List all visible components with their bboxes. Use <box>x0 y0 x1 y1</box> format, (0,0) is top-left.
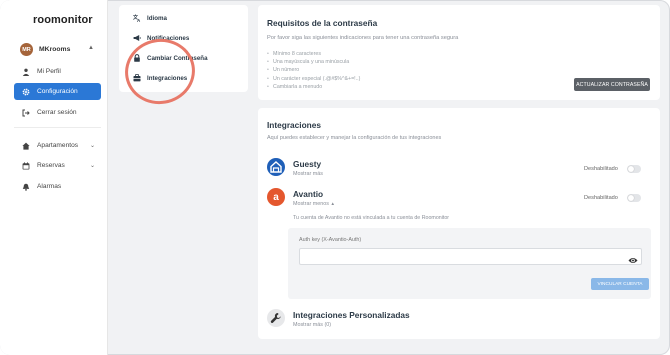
wrench-icon <box>267 309 285 327</box>
sidebar-item-apartamentos[interactable]: Apartamentos <box>14 137 101 154</box>
sidebar-item-reservas[interactable]: Reservas <box>14 157 101 174</box>
sidebar-item-logout[interactable]: Cerrar sesión <box>14 104 101 121</box>
update-password-button[interactable]: ACTUALIZAR CONTRASEÑA <box>574 78 650 91</box>
subnav-item-idioma[interactable]: 文A Idioma <box>133 14 167 22</box>
list-item: Cambiarla a menudo <box>267 83 360 91</box>
avantio-name: Avantio <box>293 189 324 199</box>
chevron-up-icon: ▲ <box>330 201 335 206</box>
sidebar-item-label: Cerrar sesión <box>37 109 77 116</box>
chevron-down-icon[interactable]: ⌄ <box>90 162 95 169</box>
guesty-toggle[interactable] <box>627 165 641 173</box>
brand-logo: roomonitor <box>33 14 93 26</box>
auth-key-input[interactable] <box>299 248 642 265</box>
custom-integrations-name: Integraciones Personalizadas <box>293 310 410 320</box>
avantio-show-less-label: Mostrar menos <box>293 201 329 207</box>
password-requirements-subtitle: Por favor siga las siguientes indicacion… <box>267 35 459 41</box>
chevron-down-icon[interactable]: ⌄ <box>90 142 95 149</box>
bell-icon <box>22 183 30 191</box>
avantio-auth-panel: Auth key (X-Avantio-Auth) VINCULAR CUENT… <box>288 228 651 299</box>
user-menu[interactable]: MR MKrooms <box>20 43 70 56</box>
guesty-status: Deshabilitado <box>584 166 618 172</box>
calendar-icon <box>22 161 30 170</box>
sidebar-item-label: Reservas <box>37 162 65 169</box>
eye-icon[interactable] <box>628 252 638 263</box>
guesty-logo <box>267 158 285 176</box>
avatar: MR <box>20 43 33 56</box>
avantio-toggle[interactable] <box>627 194 641 202</box>
guesty-name: Guesty <box>293 159 322 169</box>
gear-icon <box>22 88 30 96</box>
integrations-title: Integraciones <box>267 120 321 130</box>
password-requirements-card: Requisitos de la contraseña Por favor si… <box>258 5 660 100</box>
logout-icon <box>22 109 30 117</box>
integrations-card: Integraciones Aquí puedes establecer y m… <box>258 108 660 339</box>
app-window: roomonitor MR MKrooms ▲ Mi Perfil Config… <box>0 0 670 355</box>
svg-text:A: A <box>137 18 141 22</box>
sidebar-divider <box>14 127 101 128</box>
link-account-button[interactable]: VINCULAR CUENTA <box>591 278 649 290</box>
subnav-item-label: Idioma <box>147 14 167 22</box>
user-icon <box>22 68 30 76</box>
sidebar-item-profile[interactable]: Mi Perfil <box>14 63 101 80</box>
custom-integrations-show-more-link[interactable]: Mostrar más (0) <box>293 322 331 328</box>
guesty-show-more-link[interactable]: Mostrar más <box>293 171 323 177</box>
translate-icon: 文A <box>133 14 141 22</box>
user-name: MKrooms <box>39 46 71 53</box>
chevron-up-icon[interactable]: ▲ <box>88 45 94 51</box>
auth-key-label: Auth key (X-Avantio-Auth) <box>299 237 362 243</box>
sidebar-item-label: Alarmas <box>37 183 62 190</box>
avantio-info-text: Tu cuenta de Avantio no está vinculada a… <box>293 215 450 221</box>
home-icon <box>22 142 30 150</box>
list-item: Una mayúscula y una minúscula <box>267 58 360 66</box>
sidebar-item-label: Mi Perfil <box>37 68 61 75</box>
password-requirements-title: Requisitos de la contraseña <box>267 18 378 28</box>
sidebar-item-alarmas[interactable]: Alarmas <box>14 178 101 195</box>
list-item: Un número <box>267 66 360 74</box>
sidebar: roomonitor MR MKrooms ▲ Mi Perfil Config… <box>0 0 108 355</box>
sidebar-item-label: Configuración <box>37 88 78 95</box>
avantio-logo: a <box>267 188 285 206</box>
sidebar-item-configuracion[interactable]: Configuración <box>14 83 101 100</box>
avantio-show-less-link[interactable]: Mostrar menos ▲ <box>293 201 335 207</box>
requirements-list: Mínimo 8 caracteres Una mayúscula y una … <box>267 50 360 91</box>
avantio-status: Deshabilitado <box>584 195 618 201</box>
integrations-subtitle: Aquí puedes establecer y manejar la conf… <box>267 135 442 141</box>
megaphone-icon <box>133 34 141 42</box>
list-item: Un carácter especial (.@#$%^&+=!..) <box>267 75 360 83</box>
list-item: Mínimo 8 caracteres <box>267 50 360 58</box>
sidebar-item-label: Apartamentos <box>37 142 79 149</box>
